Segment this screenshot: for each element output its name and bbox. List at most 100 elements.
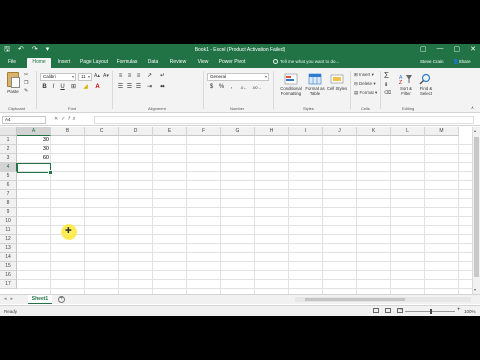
user-name[interactable]: Steve Crain bbox=[420, 59, 444, 64]
cell-a3[interactable]: 60 bbox=[17, 154, 51, 163]
row-header-3[interactable]: 3 bbox=[0, 154, 17, 163]
clear-icon[interactable]: ⌫ bbox=[384, 90, 391, 96]
format-painter-icon[interactable]: ✎ bbox=[24, 88, 28, 94]
column-header-j[interactable]: J bbox=[323, 127, 357, 136]
percent-button[interactable]: % bbox=[218, 84, 225, 91]
row-header-6[interactable]: 6 bbox=[0, 181, 17, 190]
comma-button[interactable]: , bbox=[228, 84, 235, 91]
font-name-combo[interactable]: Calibri ▾ bbox=[40, 73, 76, 81]
align-top-icon[interactable]: ≡ bbox=[117, 73, 124, 80]
tab-page-layout[interactable]: Page Layout bbox=[78, 58, 110, 68]
decrease-decimal-icon[interactable]: .00→ bbox=[252, 84, 262, 91]
insert-cells-button[interactable]: ⊞ Insert ▾ bbox=[354, 72, 374, 78]
minimize-icon[interactable]: — bbox=[437, 45, 444, 53]
row-header-16[interactable]: 16 bbox=[0, 271, 17, 280]
cell-a2[interactable]: 30 bbox=[17, 145, 51, 154]
conditional-formatting-icon[interactable] bbox=[284, 72, 298, 85]
indent-icon[interactable]: ⇥ bbox=[146, 84, 153, 91]
zoom-out-icon[interactable]: − bbox=[399, 307, 403, 313]
cell-a1[interactable]: 30 bbox=[17, 136, 51, 145]
merge-center-icon[interactable]: ⬌ bbox=[159, 84, 166, 91]
font-color-icon[interactable]: A bbox=[94, 84, 101, 91]
format-cells-button[interactable]: ▤ Format ▾ bbox=[354, 90, 377, 96]
autosum-icon[interactable]: Σ bbox=[384, 71, 389, 80]
decrease-font-icon[interactable]: A▾ bbox=[103, 73, 109, 79]
find-select-label[interactable]: Find & Select bbox=[416, 86, 436, 96]
horizontal-scrollbar[interactable] bbox=[295, 297, 471, 302]
format-as-table-icon[interactable] bbox=[308, 72, 322, 85]
align-middle-icon[interactable]: ≡ bbox=[126, 73, 133, 80]
zoom-in-icon[interactable]: + bbox=[457, 307, 461, 313]
tell-me-search[interactable]: Tell me what you want to do... bbox=[273, 59, 339, 64]
cell-styles-icon[interactable] bbox=[330, 72, 344, 84]
tab-power-pivot[interactable]: Power Pivot bbox=[216, 58, 248, 68]
row-header-1[interactable]: 1 bbox=[0, 136, 17, 145]
underline-button[interactable]: U bbox=[59, 84, 66, 91]
row-header-9[interactable]: 9 bbox=[0, 208, 17, 217]
name-box[interactable]: A4 bbox=[2, 116, 46, 124]
tab-review[interactable]: Review bbox=[166, 58, 190, 68]
scroll-down-icon[interactable]: ▾ bbox=[474, 287, 476, 292]
column-header-i[interactable]: I bbox=[289, 127, 323, 136]
copy-icon[interactable]: ❐ bbox=[24, 80, 28, 86]
column-header-a[interactable]: A bbox=[17, 127, 51, 136]
active-cell[interactable] bbox=[17, 163, 53, 175]
tab-data[interactable]: Data bbox=[145, 58, 161, 68]
align-center-icon[interactable]: ☰ bbox=[126, 84, 133, 91]
column-header-h[interactable]: H bbox=[255, 127, 289, 136]
align-bottom-icon[interactable]: ≡ bbox=[135, 73, 142, 80]
number-format-combo[interactable]: General ▾ bbox=[207, 73, 269, 81]
tab-formulas[interactable]: Formulas bbox=[114, 58, 140, 68]
vertical-scroll-thumb[interactable] bbox=[474, 137, 479, 277]
ribbon-display-options-icon[interactable]: ▢ bbox=[420, 45, 427, 53]
increase-decimal-icon[interactable]: .0← bbox=[240, 84, 247, 91]
row-header-15[interactable]: 15 bbox=[0, 262, 17, 271]
row-header-17[interactable]: 17 bbox=[0, 280, 17, 289]
row-header-11[interactable]: 11 bbox=[0, 226, 17, 235]
formula-input[interactable] bbox=[94, 116, 474, 124]
align-right-icon[interactable]: ☰ bbox=[135, 84, 142, 91]
normal-view-icon[interactable] bbox=[373, 308, 379, 313]
cell-styles-label[interactable]: Cell Styles bbox=[326, 86, 348, 91]
sort-filter-icon[interactable]: AZ bbox=[399, 72, 413, 86]
row-header-10[interactable]: 10 bbox=[0, 217, 17, 226]
row-header-14[interactable]: 14 bbox=[0, 253, 17, 262]
bold-button[interactable]: B bbox=[41, 84, 48, 91]
page-layout-view-icon[interactable] bbox=[385, 308, 391, 313]
zoom-level[interactable]: 100% bbox=[464, 309, 476, 314]
fill-color-icon[interactable]: ◢ bbox=[82, 84, 89, 91]
row-header-13[interactable]: 13 bbox=[0, 244, 17, 253]
row-header-4[interactable]: 4 bbox=[0, 163, 17, 172]
zoom-slider-knob[interactable] bbox=[430, 309, 432, 314]
tab-insert[interactable]: Insert bbox=[54, 58, 74, 68]
column-header-b[interactable]: B bbox=[51, 127, 85, 136]
restore-icon[interactable]: ▢ bbox=[454, 45, 461, 53]
sort-filter-label[interactable]: Sort & Filter bbox=[396, 86, 416, 96]
zoom-slider[interactable] bbox=[405, 309, 455, 314]
worksheet-grid[interactable]: ✚ A B C D E F G H I J K L M 1 2 3 4 5 6 7 8 9 10 11 12 13 14 15 16 17… bbox=[0, 127, 472, 294]
scroll-up-icon[interactable]: ▴ bbox=[474, 128, 476, 133]
column-header-f[interactable]: F bbox=[187, 127, 221, 136]
column-header-l[interactable]: L bbox=[391, 127, 425, 136]
vertical-scrollbar[interactable]: ▴ ▾ bbox=[472, 127, 480, 294]
row-header-2[interactable]: 2 bbox=[0, 145, 17, 154]
cut-icon[interactable]: ✂ bbox=[24, 72, 28, 78]
fill-icon[interactable]: ⬇ bbox=[384, 82, 388, 88]
column-header-k[interactable]: K bbox=[357, 127, 391, 136]
new-sheet-icon[interactable]: + bbox=[58, 296, 65, 303]
italic-button[interactable]: I bbox=[50, 84, 57, 91]
orientation-icon[interactable]: ↗ bbox=[146, 73, 153, 80]
horizontal-scroll-thumb[interactable] bbox=[305, 298, 405, 301]
column-header-g[interactable]: G bbox=[221, 127, 255, 136]
sheet-tab-sheet1[interactable]: Sheet1 bbox=[28, 295, 52, 304]
currency-icon[interactable]: $ bbox=[208, 84, 215, 91]
row-header-7[interactable]: 7 bbox=[0, 190, 17, 199]
cell-area[interactable] bbox=[17, 136, 472, 294]
tab-view[interactable]: View bbox=[195, 58, 211, 68]
row-header-8[interactable]: 8 bbox=[0, 199, 17, 208]
wrap-text-icon[interactable]: ↵ bbox=[159, 73, 166, 80]
borders-icon[interactable]: ⊞ bbox=[70, 84, 77, 91]
column-header-c[interactable]: C bbox=[85, 127, 119, 136]
share-button[interactable]: 👤Share bbox=[453, 59, 471, 65]
tab-home[interactable]: Home bbox=[27, 58, 51, 68]
